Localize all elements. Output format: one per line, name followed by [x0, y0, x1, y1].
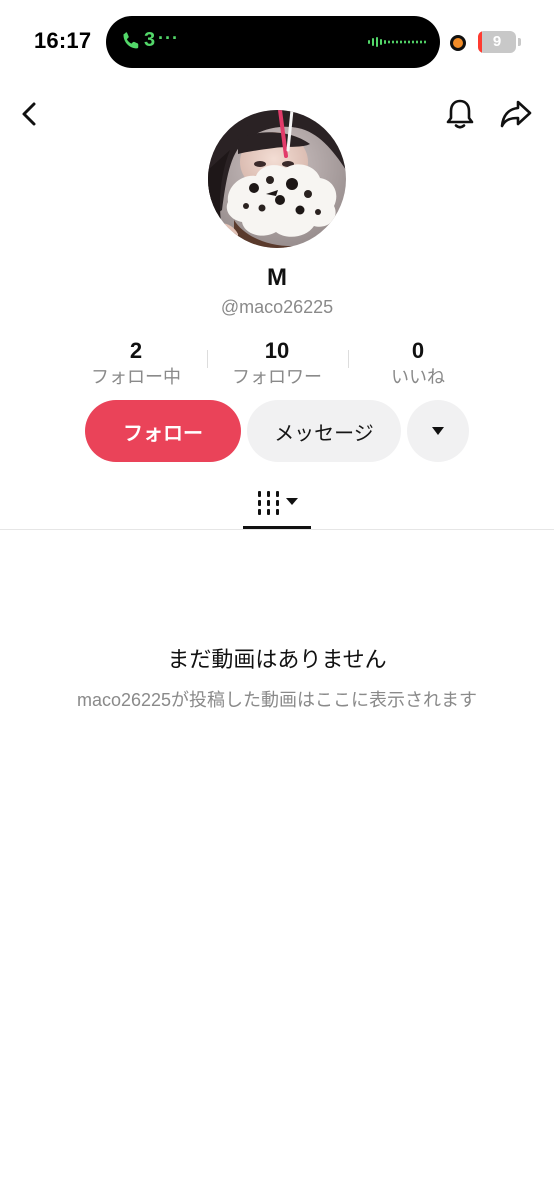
following-count: 2	[129, 338, 143, 363]
waveform-icon	[368, 37, 426, 47]
dynamic-island[interactable]: 3 ···	[106, 16, 440, 68]
empty-state-subtitle: maco26225が投稿した動画はここに表示されます	[76, 690, 478, 710]
tab-bar-divider	[0, 529, 554, 530]
stat-likes[interactable]: 0 いいね	[348, 338, 488, 389]
call-count: 3	[144, 29, 156, 51]
tab-videos[interactable]	[243, 484, 311, 528]
follow-button[interactable]: フォロー	[85, 400, 241, 462]
empty-state-title: まだ動画はありません	[167, 647, 387, 672]
status-time: 16:17	[34, 28, 92, 53]
battery-cap	[518, 38, 521, 46]
more-options-button[interactable]	[407, 400, 469, 462]
profile-photo	[208, 110, 346, 248]
call-dots: ···	[158, 28, 179, 48]
stat-followers[interactable]: 10 フォロワー	[207, 338, 347, 389]
privacy-indicator-icon	[450, 35, 466, 51]
followers-count: 10	[264, 338, 290, 363]
phone-icon	[123, 32, 139, 49]
avatar[interactable]	[208, 110, 346, 248]
username: @maco26225	[220, 297, 334, 317]
likes-label: いいね	[391, 367, 445, 387]
likes-count: 0	[411, 338, 425, 363]
display-name: M	[267, 264, 287, 291]
share-arrow-icon	[500, 100, 532, 128]
caret-down-icon	[432, 427, 444, 435]
battery-icon: 9	[478, 31, 516, 53]
share-button[interactable]	[496, 94, 536, 134]
caret-down-icon	[286, 498, 298, 505]
stat-following[interactable]: 2 フォロー中	[66, 338, 206, 389]
battery-level: 9	[492, 33, 502, 50]
grid-lines-icon	[258, 491, 298, 515]
message-button[interactable]: メッセージ	[247, 400, 401, 462]
chevron-left-icon	[22, 102, 36, 126]
status-bar: 16:17 3 ··· 9	[0, 0, 554, 84]
bell-icon	[446, 99, 474, 129]
following-label: フォロー中	[91, 367, 181, 387]
notification-bell-button[interactable]	[440, 94, 480, 134]
back-button[interactable]	[10, 94, 50, 134]
followers-label: フォロワー	[232, 367, 322, 387]
